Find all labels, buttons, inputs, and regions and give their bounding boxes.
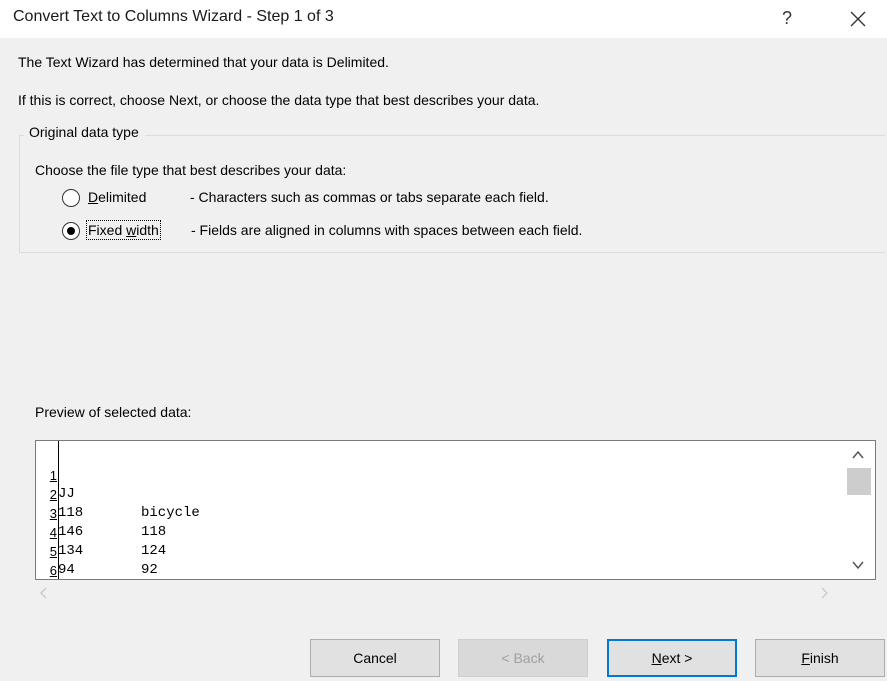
cancel-button[interactable]: Cancel <box>310 639 440 677</box>
instruction-text: If this is correct, choose Next, or choo… <box>18 92 540 108</box>
preview-row: 1 JJ bicycle <box>36 447 200 521</box>
delimited-label[interactable]: Delimited <box>88 189 146 205</box>
vertical-scrollbar[interactable] <box>841 441 875 579</box>
preview-row: 4 134 92 <box>36 504 158 578</box>
delimited-option[interactable]: Delimited - Characters such as commas or… <box>62 187 549 209</box>
horizontal-scrollbar[interactable] <box>35 581 843 605</box>
fixed-width-label[interactable]: Fixed width <box>86 220 161 240</box>
scroll-right-icon[interactable] <box>817 586 831 600</box>
scroll-down-icon[interactable] <box>850 557 866 573</box>
preview-rows: 1 JJ bicycle 2 118 118 3 146 124 4 134 9… <box>36 441 837 579</box>
preview-row: 5 94 80 <box>36 523 86 578</box>
help-button[interactable]: ? <box>772 2 802 34</box>
group-label: Original data type <box>24 124 145 140</box>
close-button[interactable] <box>845 6 871 32</box>
detected-type-text: The Text Wizard has determined that your… <box>18 54 389 70</box>
fixed-width-option[interactable]: Fixed width - Fields are aligned in colu… <box>62 220 582 242</box>
window-title: Convert Text to Columns Wizard - Step 1 … <box>13 8 334 25</box>
next-button[interactable]: Next > <box>607 639 737 677</box>
data-preview[interactable]: 1 JJ bicycle 2 118 118 3 146 124 4 134 9… <box>35 440 876 580</box>
back-button[interactable]: < Back <box>458 639 588 677</box>
preview-label: Preview of selected data: <box>35 404 192 420</box>
delimited-radio[interactable] <box>62 189 80 207</box>
preview-row: 3 146 124 <box>36 485 166 559</box>
preview-cell: bicycle <box>141 505 200 521</box>
preview-cell: 118 <box>141 524 167 540</box>
delimited-description: - Characters such as commas or tabs sepa… <box>190 189 549 205</box>
fixed-width-description: - Fields are aligned in columns with spa… <box>191 222 583 238</box>
help-icon: ? <box>781 8 792 28</box>
finish-button[interactable]: Finish <box>755 639 885 677</box>
preview-row: 7 114 112 <box>36 561 86 579</box>
preview-cell: 92 <box>141 562 158 578</box>
preview-cell: 124 <box>141 543 167 559</box>
close-icon <box>850 11 866 27</box>
scroll-thumb[interactable] <box>847 468 871 495</box>
fixed-width-radio[interactable] <box>62 222 80 240</box>
scroll-up-icon[interactable] <box>850 447 866 463</box>
preview-row: 2 118 118 <box>36 466 166 540</box>
preview-row: 6 146 111 <box>36 542 86 578</box>
scroll-left-icon[interactable] <box>37 586 51 600</box>
file-type-prompt: Choose the file type that best describes… <box>35 162 347 178</box>
title-bar: Convert Text to Columns Wizard - Step 1 … <box>0 0 887 38</box>
